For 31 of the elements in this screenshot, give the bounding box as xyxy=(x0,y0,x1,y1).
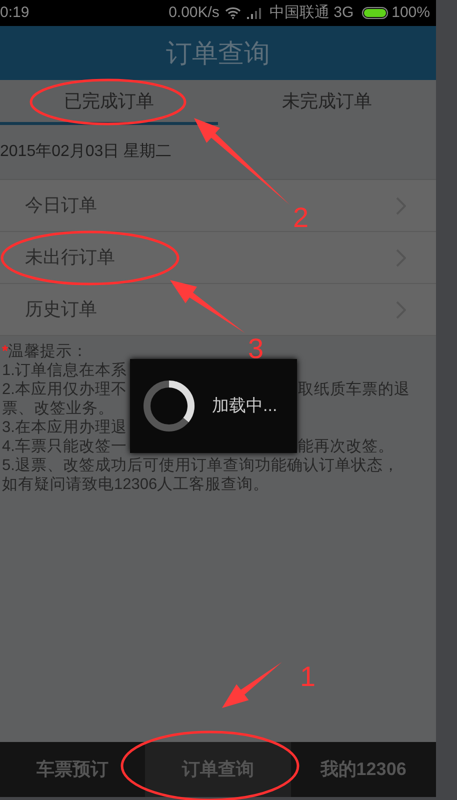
loading-text: 加载中... xyxy=(212,395,278,418)
notice-text: 能再次改签。 xyxy=(298,437,395,456)
annotation-number: 2 xyxy=(293,204,309,232)
required-mark: * xyxy=(2,343,8,360)
battery-percent: 100% xyxy=(392,2,430,23)
signal-icon xyxy=(247,7,264,19)
carrier-label: 中国联通 3G xyxy=(269,2,354,23)
notice-title: 温馨提示： xyxy=(8,343,88,360)
spinner-icon xyxy=(142,379,196,433)
menu-item[interactable]: 未出行订单 xyxy=(0,232,436,284)
battery-icon xyxy=(362,7,388,19)
date-text: 2015年02月03日 星期二 xyxy=(0,142,172,162)
nav-tab[interactable]: 我的12306 xyxy=(290,742,436,797)
notice-text: 如有疑问请致电12306人工客服查询。 xyxy=(2,475,270,494)
network-speed: 0.00K/s xyxy=(168,2,220,23)
annotation-number: 1 xyxy=(300,663,316,691)
annotation-number: 3 xyxy=(248,335,264,363)
notice-text: 5.退票、改签成功后可使用订单查询功能确认订单状态， xyxy=(2,456,399,475)
nav-tab[interactable]: 车票预订 xyxy=(0,742,146,797)
notice-text: 票、改签业务。 xyxy=(2,399,114,418)
notice-text: 2.本应用仅办理不 xyxy=(2,380,128,399)
page-title: 订单查询 xyxy=(166,36,270,70)
notice-text: 1.订单信息在本系 xyxy=(2,361,127,380)
notice-text: 取纸质车票的退 xyxy=(298,380,411,399)
clock: 0:19 xyxy=(0,2,30,23)
wifi-icon xyxy=(225,7,242,19)
notice-text: 4.车票只能改签一 xyxy=(2,437,128,456)
menu-item[interactable]: 历史订单 xyxy=(0,284,436,336)
tab[interactable]: 未完成订单 xyxy=(218,80,436,125)
annotation-arrow xyxy=(222,662,282,708)
notice-text: 3.在本应用办理退 xyxy=(2,418,127,437)
